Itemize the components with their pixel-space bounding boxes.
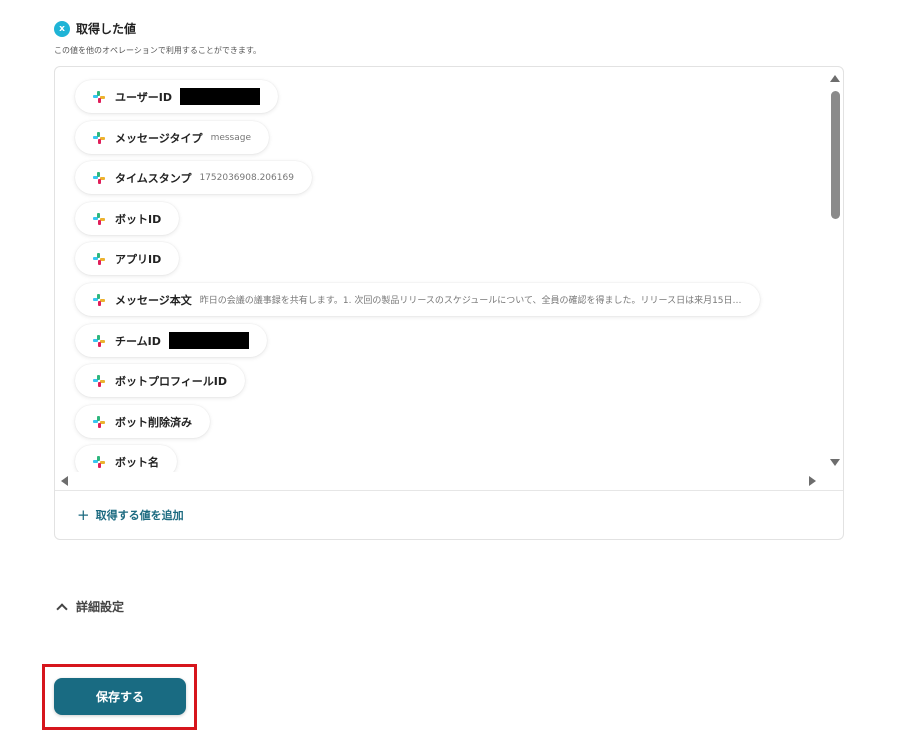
value-chip[interactable]: ユーザーID — [75, 80, 279, 113]
horizontal-scrollbar[interactable] — [55, 472, 827, 490]
vertical-scrollbar[interactable] — [827, 67, 843, 472]
slack-icon — [93, 131, 105, 144]
save-button[interactable]: 保存する — [54, 678, 186, 715]
slack-icon — [93, 455, 105, 468]
vertical-scroll-thumb[interactable] — [831, 91, 840, 219]
value-chip[interactable]: メッセージタイプ message — [75, 121, 270, 154]
value-chip-label: ボット名 — [115, 455, 159, 469]
section-header: x 取得した値 — [54, 20, 136, 37]
slack-icon — [93, 334, 105, 347]
redacted-value — [180, 88, 261, 105]
divider — [55, 490, 843, 491]
value-chip[interactable]: ボットID — [75, 202, 180, 235]
add-value-button[interactable]: + 取得する値を追加 — [77, 507, 184, 523]
value-chip-label: メッセージ本文 — [115, 293, 192, 307]
value-chip-label: メッセージタイプ — [115, 131, 203, 145]
redacted-value — [168, 332, 249, 349]
scroll-down-icon[interactable] — [830, 459, 840, 466]
value-chip-label: ボットプロフィールID — [115, 374, 228, 388]
value-chip-label: ユーザーID — [115, 90, 173, 104]
value-chip[interactable]: ボット名 — [75, 445, 177, 472]
retrieved-values-panel: ユーザーID メッセージタイプ message タイムスタンプ 1752036908.2… — [54, 66, 844, 540]
value-chip-value: message — [210, 132, 252, 143]
value-chip-value: 1752036908.206169 — [199, 172, 294, 183]
value-chip[interactable]: メッセージ本文 昨日の会議の議事録を共有します。1. 次回の製品リリースのスケジュ… — [75, 283, 760, 316]
value-chip-label: ボットID — [115, 212, 162, 226]
value-chip-label: ボット削除済み — [115, 415, 192, 429]
value-chip-value: 昨日の会議の議事録を共有します。1. 次回の製品リリースのスケジュールについて、… — [199, 296, 742, 306]
scroll-up-icon[interactable] — [830, 75, 840, 82]
x-badge-icon: x — [54, 20, 70, 37]
plus-icon: + — [77, 506, 90, 524]
values-scroll-area[interactable]: ユーザーID メッセージタイプ message タイムスタンプ 1752036908.2… — [55, 67, 827, 472]
add-value-label: 取得する値を追加 — [95, 509, 184, 522]
section-title: 取得した値 — [76, 22, 137, 36]
value-chip[interactable]: ボット削除済み — [75, 405, 210, 438]
slack-icon — [93, 415, 105, 428]
slack-icon — [93, 171, 105, 184]
value-chip-label: アプリID — [115, 252, 162, 266]
scroll-right-icon[interactable] — [809, 476, 816, 486]
slack-icon — [93, 293, 105, 306]
slack-icon — [93, 90, 105, 103]
value-chip[interactable]: アプリID — [75, 242, 180, 275]
slack-icon — [93, 374, 105, 387]
advanced-settings-toggle[interactable]: 詳細設定 — [56, 598, 125, 615]
value-chip[interactable]: タイムスタンプ 1752036908.206169 — [75, 161, 312, 194]
value-chip-label: タイムスタンプ — [115, 171, 192, 185]
scroll-left-icon[interactable] — [61, 476, 68, 486]
section-description: この値を他のオペレーションで利用することができます。 — [54, 46, 262, 55]
advanced-settings-label: 詳細設定 — [76, 600, 125, 614]
chevron-up-icon — [56, 602, 68, 615]
value-chip[interactable]: チームID — [75, 324, 267, 357]
value-chip[interactable]: ボットプロフィールID — [75, 364, 246, 397]
slack-icon — [93, 252, 105, 265]
slack-icon — [93, 212, 105, 225]
value-chip-label: チームID — [115, 334, 161, 348]
